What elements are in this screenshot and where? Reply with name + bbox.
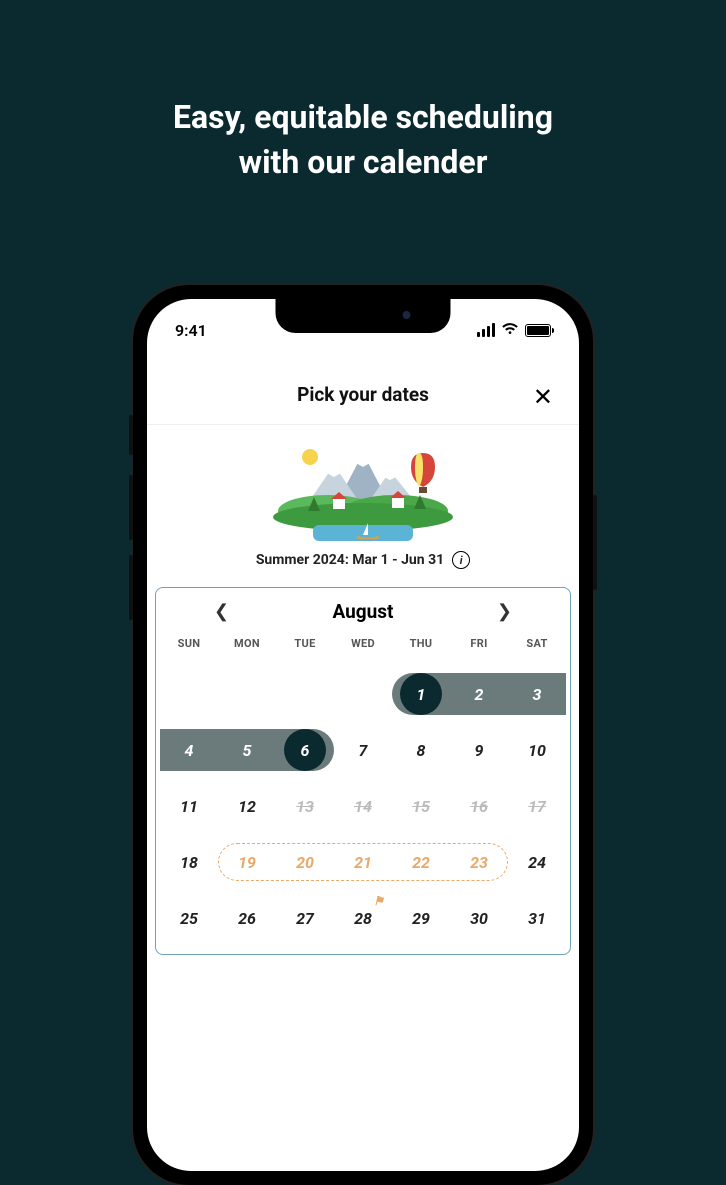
headline-line2: with our calender <box>0 140 726 185</box>
info-icon[interactable]: i <box>452 551 470 569</box>
calendar-day[interactable]: 22 <box>392 834 450 890</box>
page-title: Pick your dates <box>147 383 579 406</box>
battery-icon <box>525 324 551 337</box>
calendar-row: 45678910 <box>160 722 566 778</box>
cellular-icon <box>477 323 495 337</box>
phone-side-button <box>129 555 133 620</box>
season-line: Summer 2024: Mar 1 - Jun 31 i <box>147 551 579 587</box>
calendar-day[interactable]: 15 <box>392 778 450 834</box>
calendar-day[interactable]: 29 <box>392 890 450 946</box>
status-indicators <box>477 321 551 340</box>
calendar-day[interactable]: 27 <box>276 890 334 946</box>
page-header: Pick your dates ✕ <box>147 347 579 425</box>
calendar-day[interactable]: 31 <box>508 890 566 946</box>
calendar-day[interactable]: 4 <box>160 722 218 778</box>
flag-icon: ⚑ <box>373 894 384 908</box>
calendar-dow: MON <box>218 637 276 650</box>
calendar-header-row: SUNMONTUEWEDTHUFRISAT <box>160 637 566 666</box>
phone-side-button <box>129 415 133 455</box>
calendar-dow: WED <box>334 637 392 650</box>
calendar-body: 1234567891011121314151617181920212223242… <box>160 666 566 946</box>
calendar-day[interactable]: 11 <box>160 778 218 834</box>
calendar-cell-empty <box>334 666 392 722</box>
calendar-day[interactable]: 12 <box>218 778 276 834</box>
calendar-day[interactable]: 26 <box>218 890 276 946</box>
calendar-row: 11121314151617 <box>160 778 566 834</box>
calendar-day[interactable]: 16 <box>450 778 508 834</box>
calendar: ❮ August ❯ SUNMONTUEWEDTHUFRISAT 1234567… <box>155 587 571 955</box>
calendar-day[interactable]: 5 <box>218 722 276 778</box>
calendar-row: 18192021222324 <box>160 834 566 890</box>
calendar-day[interactable]: 8 <box>392 722 450 778</box>
calendar-day[interactable]: 17 <box>508 778 566 834</box>
calendar-day[interactable]: 6 <box>276 722 334 778</box>
calendar-day[interactable]: 28⚑ <box>334 890 392 946</box>
calendar-dow: THU <box>392 637 450 650</box>
status-time: 9:41 <box>175 321 207 340</box>
calendar-day[interactable]: 30 <box>450 890 508 946</box>
calendar-day[interactable]: 7 <box>334 722 392 778</box>
calendar-day[interactable]: 18 <box>160 834 218 890</box>
calendar-day[interactable]: 21 <box>334 834 392 890</box>
phone-notch <box>276 299 451 333</box>
headline: Easy, equitable scheduling with our cale… <box>0 0 726 185</box>
next-month-icon[interactable]: ❯ <box>497 601 512 622</box>
phone-screen: 9:41 Pick your dates ✕ <box>147 299 579 1171</box>
season-text: Summer 2024: Mar 1 - Jun 31 <box>256 552 444 568</box>
calendar-cell-empty <box>276 666 334 722</box>
calendar-row: 123 <box>160 666 566 722</box>
calendar-row: 25262728⚑293031 <box>160 890 566 946</box>
calendar-day[interactable]: 9 <box>450 722 508 778</box>
calendar-day[interactable]: 25 <box>160 890 218 946</box>
calendar-day[interactable]: 10 <box>508 722 566 778</box>
close-icon[interactable]: ✕ <box>533 383 553 411</box>
phone-side-button <box>593 495 597 590</box>
calendar-day[interactable]: 23 <box>450 834 508 890</box>
calendar-nav: ❮ August ❯ <box>160 600 566 637</box>
calendar-dow: SUN <box>160 637 218 650</box>
calendar-dow: SAT <box>508 637 566 650</box>
season-illustration <box>268 443 458 543</box>
calendar-dow: TUE <box>276 637 334 650</box>
calendar-day[interactable]: 1 <box>392 666 450 722</box>
calendar-day[interactable]: 24 <box>508 834 566 890</box>
headline-line1: Easy, equitable scheduling <box>0 95 726 140</box>
wifi-icon <box>501 321 519 340</box>
calendar-cell-empty <box>218 666 276 722</box>
prev-month-icon[interactable]: ❮ <box>214 601 229 622</box>
calendar-day[interactable]: 3 <box>508 666 566 722</box>
calendar-dow: FRI <box>450 637 508 650</box>
calendar-day[interactable]: 2 <box>450 666 508 722</box>
phone-side-button <box>129 475 133 540</box>
calendar-day[interactable]: 19 <box>218 834 276 890</box>
calendar-day[interactable]: 14 <box>334 778 392 834</box>
calendar-cell-empty <box>160 666 218 722</box>
calendar-day[interactable]: 13 <box>276 778 334 834</box>
calendar-month: August <box>333 600 394 623</box>
phone-frame: 9:41 Pick your dates ✕ <box>133 285 593 1185</box>
calendar-day[interactable]: 20 <box>276 834 334 890</box>
